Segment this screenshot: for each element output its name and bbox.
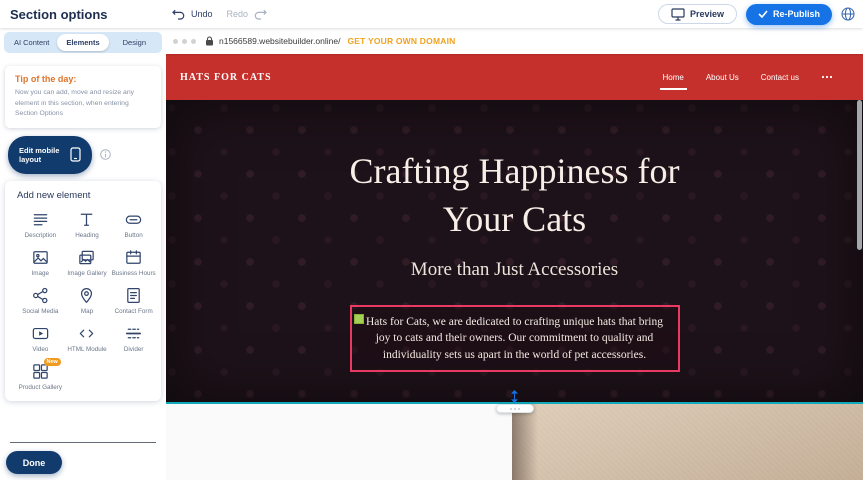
panel-title: Add new element xyxy=(17,190,157,201)
sidebar: AI Content Elements Design Tip of the da… xyxy=(0,28,166,480)
next-section[interactable] xyxy=(166,404,863,480)
business-hours-icon xyxy=(124,248,143,267)
map-pin-icon xyxy=(77,286,96,305)
phone-icon xyxy=(70,147,81,162)
element-social-media[interactable]: Social Media xyxy=(17,281,64,319)
lock-icon xyxy=(205,36,214,46)
next-section-carpet-image xyxy=(512,404,863,480)
get-own-domain-link[interactable]: GET YOUR OWN DOMAIN xyxy=(347,36,455,46)
element-product-gallery[interactable]: New Product Gallery xyxy=(17,357,64,395)
sidebar-divider xyxy=(10,442,156,443)
site-nav: Home About Us Contact us xyxy=(663,73,834,82)
hero-paragraph: Hats for Cats, we are dedicated to craft… xyxy=(366,316,663,361)
nav-item-home[interactable]: Home xyxy=(663,73,684,82)
element-html-module[interactable]: HTML Module xyxy=(64,319,111,357)
divider-icon xyxy=(124,324,143,343)
image-gallery-icon xyxy=(77,248,96,267)
redo-button[interactable]: Redo xyxy=(227,9,249,19)
tab-design[interactable]: Design xyxy=(109,34,160,51)
website-canvas: HATS FOR CATS Home About Us Contact us C… xyxy=(166,54,863,480)
social-media-icon xyxy=(31,286,50,305)
heading-icon xyxy=(77,210,96,229)
add-new-element-panel: Add new element Description Heading Butt… xyxy=(5,181,161,402)
hero-section[interactable]: Crafting Happiness for Your Cats More th… xyxy=(166,100,863,404)
image-icon xyxy=(31,248,50,267)
new-badge: New xyxy=(44,358,61,366)
hero-heading[interactable]: Crafting Happiness for Your Cats xyxy=(166,100,863,243)
tab-elements[interactable]: Elements xyxy=(57,34,108,51)
hero-subheading[interactable]: More than Just Accessories xyxy=(166,259,863,281)
globe-icon[interactable] xyxy=(841,7,855,21)
resize-arrows-icon xyxy=(510,390,519,403)
element-image[interactable]: Image xyxy=(17,243,64,281)
section-drag-grip[interactable] xyxy=(496,404,534,413)
topbar: Section options Undo Redo Preview Re-Pub… xyxy=(0,0,863,28)
element-map[interactable]: Map xyxy=(64,281,111,319)
nav-item-about-us[interactable]: About Us xyxy=(706,73,739,82)
tab-ai-content[interactable]: AI Content xyxy=(6,34,57,51)
browser-bar: n1566589.websitebuilder.online/ GET YOUR… xyxy=(166,28,863,54)
element-contact-form[interactable]: Contact Form xyxy=(110,281,157,319)
check-icon xyxy=(758,10,768,18)
window-dot xyxy=(173,39,178,44)
element-selection-handle[interactable] xyxy=(354,314,364,324)
monitor-icon xyxy=(671,8,685,21)
element-heading[interactable]: Heading xyxy=(64,205,111,243)
republish-button[interactable]: Re-Publish xyxy=(746,4,832,25)
site-url[interactable]: n1566589.websitebuilder.online/ xyxy=(219,36,340,46)
contact-form-icon xyxy=(124,286,143,305)
site-logo[interactable]: HATS FOR CATS xyxy=(180,72,272,83)
next-section-blank xyxy=(166,404,512,480)
undo-button[interactable]: Undo xyxy=(191,9,213,19)
window-controls xyxy=(173,39,196,44)
element-grid: Description Heading Button Image Image G… xyxy=(17,205,157,396)
page-scrollbar-thumb[interactable] xyxy=(857,100,862,250)
redo-icon[interactable] xyxy=(254,9,267,20)
tip-title: Tip of the day: xyxy=(15,74,151,84)
undo-icon[interactable] xyxy=(172,9,185,20)
window-dot xyxy=(191,39,196,44)
topbar-actions: Preview Re-Publish xyxy=(658,4,855,25)
site-header: HATS FOR CATS Home About Us Contact us xyxy=(166,54,863,100)
button-icon xyxy=(124,210,143,229)
section-resize-handle[interactable] xyxy=(496,390,534,413)
product-gallery-icon: New xyxy=(31,362,50,381)
sidebar-tabs: AI Content Elements Design xyxy=(4,32,162,53)
info-icon[interactable] xyxy=(100,149,111,160)
hero-paragraph-box[interactable]: Hats for Cats, we are dedicated to craft… xyxy=(350,305,680,372)
element-divider[interactable]: Divider xyxy=(110,319,157,357)
window-dot xyxy=(182,39,187,44)
video-icon xyxy=(31,324,50,343)
element-video[interactable]: Video xyxy=(17,319,64,357)
element-button[interactable]: Button xyxy=(110,205,157,243)
page-title: Section options xyxy=(10,7,108,22)
code-icon xyxy=(77,324,96,343)
tip-of-the-day-card: Tip of the day: Now you can add, move an… xyxy=(5,66,161,128)
done-button[interactable]: Done xyxy=(6,451,62,474)
description-icon xyxy=(31,210,50,229)
element-business-hours[interactable]: Business Hours xyxy=(110,243,157,281)
element-image-gallery[interactable]: Image Gallery xyxy=(64,243,111,281)
edit-mobile-layout-button[interactable]: Edit mobile layout xyxy=(8,136,92,174)
preview-button[interactable]: Preview xyxy=(658,4,737,24)
nav-more-icon[interactable] xyxy=(821,75,833,79)
nav-item-contact-us[interactable]: Contact us xyxy=(761,73,799,82)
tip-body: Now you can add, move and resize any ele… xyxy=(15,88,151,120)
history-controls: Undo Redo xyxy=(172,0,267,28)
element-description[interactable]: Description xyxy=(17,205,64,243)
site-preview-area: n1566589.websitebuilder.online/ GET YOUR… xyxy=(166,28,863,480)
